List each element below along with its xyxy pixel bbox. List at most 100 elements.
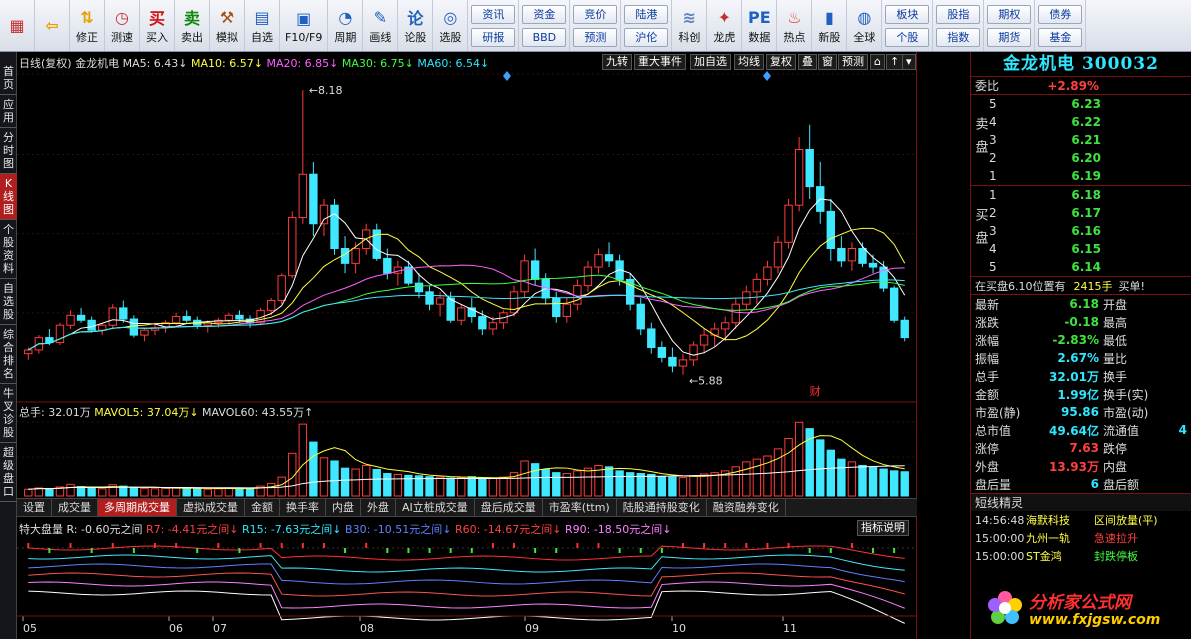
volume-bar xyxy=(889,470,899,497)
nav-item-5[interactable]: 自选股 xyxy=(0,279,17,325)
tab-3[interactable]: 虚拟成交量 xyxy=(177,499,245,516)
nav-item-0[interactable]: 首页 xyxy=(0,62,17,95)
nav-item-2[interactable]: 分时图 xyxy=(0,128,17,174)
toolbar-link-BBD[interactable]: BBD xyxy=(522,27,567,47)
watermark-text: 分析家公式网 xyxy=(1029,593,1131,613)
stat-row: 外盘 13.93万 内盘 xyxy=(971,457,1191,475)
volume-bar xyxy=(668,476,677,497)
toolbar-link-期货[interactable]: 期货 xyxy=(987,27,1032,47)
timer-button[interactable]: ◷ 测速 xyxy=(105,0,140,51)
volume-bar xyxy=(45,488,54,497)
toolbar-link-资讯[interactable]: 资讯 xyxy=(471,4,516,24)
stock-select-button[interactable]: ◎ 选股 xyxy=(433,0,469,51)
sprite-time: 14:56:48 xyxy=(975,513,1025,527)
tab-8[interactable]: AI立桩成交量 xyxy=(396,499,475,516)
tab-1[interactable]: 成交量 xyxy=(52,499,98,516)
toolbar-link-资金[interactable]: 资金 xyxy=(522,4,567,24)
toolbar-link-板块[interactable]: 板块 xyxy=(885,4,930,24)
toolbar-link-沪伦[interactable]: 沪伦 xyxy=(624,27,669,47)
nav-item-7[interactable]: 牛叉诊股 xyxy=(0,384,17,443)
volume-bar xyxy=(298,423,308,497)
toolbar-link-债券[interactable]: 债券 xyxy=(1038,4,1083,24)
sell-level: 3 xyxy=(989,133,997,147)
sprite-row[interactable]: 15:00:00 ST金鸿 封跌停板 xyxy=(971,547,1191,565)
toolbar-link-陆港[interactable]: 陆港 xyxy=(624,4,669,24)
period-button[interactable]: ◔ 周期 xyxy=(328,0,364,51)
stat-value: 13.93万 xyxy=(1049,459,1099,474)
nav-item-3[interactable]: K线图 xyxy=(0,174,17,220)
draw-button[interactable]: ✎ 画线 xyxy=(363,0,399,51)
buy-level: 5 xyxy=(989,260,997,274)
sprite-row[interactable]: 15:00:00 九州一轨 急速拉升 xyxy=(971,529,1191,547)
ipo-button[interactable]: ▮ 新股 xyxy=(812,0,848,51)
candle xyxy=(76,314,86,321)
toolbar-link-预测[interactable]: 预测 xyxy=(573,27,618,47)
candle xyxy=(520,260,529,293)
indicator-help-button[interactable]: 指标说明 xyxy=(857,520,909,536)
buy-price: 6.18 xyxy=(1071,188,1101,202)
kline-icon: ≋ xyxy=(682,7,697,27)
watchlist-button[interactable]: ▤ 自选 xyxy=(245,0,280,51)
revise-button[interactable]: ⇅ 修正 xyxy=(70,0,105,51)
volume-header: 总手: 32.01万 MAVOL5: 37.04万↓ MAVOL60: 43.5… xyxy=(19,404,313,420)
toolbar-link-期权[interactable]: 期权 xyxy=(987,4,1032,24)
tab-6[interactable]: 内盘 xyxy=(326,499,361,516)
data-button[interactable]: PE 数据 xyxy=(742,0,778,51)
buy-level: 4 xyxy=(989,242,997,256)
sprite-row[interactable]: 14:56:48 海默科技 区间放量(平) xyxy=(971,511,1191,529)
sell-price: 6.19 xyxy=(1071,169,1101,183)
candle xyxy=(235,314,244,320)
indicator-bar xyxy=(386,548,389,553)
toolbar-link-竞价[interactable]: 竞价 xyxy=(573,4,618,24)
candle xyxy=(66,314,75,326)
main-toolbar: ▦ ⇦ ⇅ 修正 ◷ 测速买买入卖卖出 ⚒ 模拟 ▤ 自选 ▣ F10/F9 ◔ 周期 ✎ 画线论论股 ◎ 选股资… xyxy=(0,0,1191,52)
toolbar-link-研报[interactable]: 研报 xyxy=(471,27,516,47)
tab-2[interactable]: 多周期成交量 xyxy=(98,499,177,516)
toolbar-link-个股[interactable]: 个股 xyxy=(885,27,930,47)
simulate-button[interactable]: ⚒ 模拟 xyxy=(210,0,245,51)
tab-0[interactable]: 设置 xyxy=(17,499,52,516)
candle xyxy=(383,257,392,274)
tab-11[interactable]: 陆股通持股变化 xyxy=(617,499,707,516)
toolbar-link-股指[interactable]: 股指 xyxy=(936,4,981,24)
candle xyxy=(457,307,466,321)
tab-12[interactable]: 融资融券变化 xyxy=(707,499,786,516)
sell-level-row: 3 6.21 xyxy=(971,131,1191,149)
tab-10[interactable]: 市盈率(ttm) xyxy=(543,499,617,516)
nav-item-1[interactable]: 应用 xyxy=(0,95,17,128)
buy-icon: 买 xyxy=(148,9,165,28)
global-button[interactable]: ◍ 全球 xyxy=(847,0,883,51)
tech-board-button[interactable]: ≋ 科创 xyxy=(672,0,708,51)
tab-4[interactable]: 金额 xyxy=(245,499,280,516)
dragon-tiger-button[interactable]: ✦ 龙虎 xyxy=(707,0,743,51)
hotspot-button[interactable]: ♨ 热点 xyxy=(777,0,813,51)
volume-bar xyxy=(425,476,434,497)
volume-bar xyxy=(710,472,719,497)
volume-bar xyxy=(752,458,762,497)
toolbar-link-基金[interactable]: 基金 xyxy=(1038,27,1083,47)
nav-item-6[interactable]: 综合排名 xyxy=(0,325,17,384)
volume-bar xyxy=(87,487,96,497)
toolbar-pair-1: 资金 BBD xyxy=(519,0,571,51)
toolbar-link-指数[interactable]: 指数 xyxy=(936,27,981,47)
back-button[interactable]: ⇦ xyxy=(35,0,70,51)
volume-bar xyxy=(794,421,804,497)
sell-button[interactable]: 卖卖出 xyxy=(175,0,210,51)
indicator-r: R: -0.60元之间 xyxy=(66,523,143,536)
kline-chart[interactable]: 8.317.667.026.38←8.18←5.88财164758656X100… xyxy=(17,52,917,639)
f10-button[interactable]: ▣ F10/F9 xyxy=(280,0,329,51)
tab-9[interactable]: 盘后成交量 xyxy=(475,499,543,516)
watermark: 分析家公式网 www.fxjgsw.com xyxy=(985,584,1191,636)
tab-5[interactable]: 换手率 xyxy=(280,499,326,516)
candle xyxy=(330,204,339,249)
forum-button[interactable]: 论论股 xyxy=(398,0,434,51)
volume-bar xyxy=(478,477,487,497)
chart-area[interactable]: 日线(复权) 金龙机电 MA5: 6.43↓ MA10: 6.57↓ MA20:… xyxy=(17,52,917,639)
nav-item-8[interactable]: 超级盘口 xyxy=(0,443,17,502)
indicator-bar xyxy=(196,548,199,553)
tab-7[interactable]: 外盘 xyxy=(361,499,396,516)
home-button[interactable]: ▦ xyxy=(0,0,35,51)
indicator-bar xyxy=(639,548,642,553)
nav-item-4[interactable]: 个股资料 xyxy=(0,220,17,279)
buy-button[interactable]: 买买入 xyxy=(140,0,175,51)
